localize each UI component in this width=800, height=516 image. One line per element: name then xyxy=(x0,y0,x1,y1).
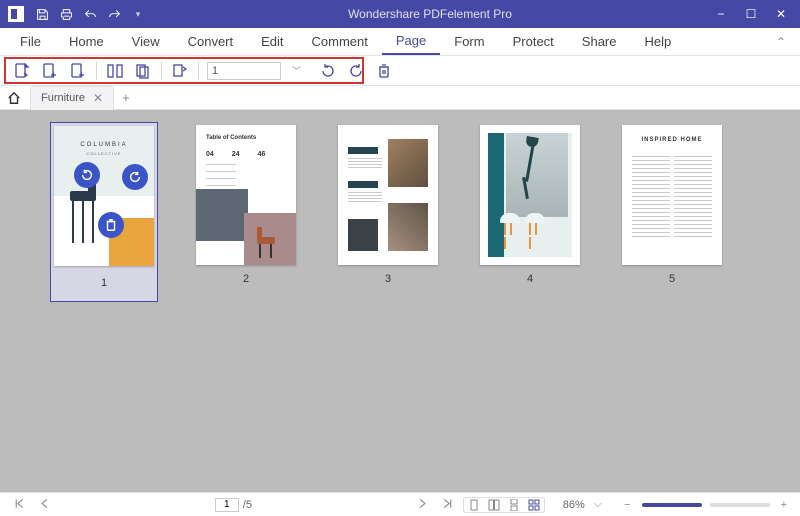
menu-form[interactable]: Form xyxy=(440,29,498,54)
minimize-button[interactable]: − xyxy=(714,7,728,21)
page-thumbnails-area: COLUMBIA COLLECTIVE 1 Table of Contents … xyxy=(0,110,800,492)
zoom-in-icon[interactable]: + xyxy=(778,499,790,511)
titlebar: ▾ Wondershare PDFelement Pro − ☐ ✕ xyxy=(0,0,800,28)
thumbnail-rotate-ccw-icon[interactable] xyxy=(74,162,100,188)
save-icon[interactable] xyxy=(34,6,50,22)
page-thumbnail-3[interactable] xyxy=(338,125,438,265)
qat-customize-chevron-down-icon[interactable]: ▾ xyxy=(130,6,146,22)
app-logo-icon xyxy=(8,6,24,22)
window-controls: − ☐ ✕ xyxy=(714,7,788,21)
page-number-field[interactable] xyxy=(215,498,239,512)
menu-convert[interactable]: Convert xyxy=(174,29,248,54)
undo-icon[interactable] xyxy=(82,6,98,22)
thumbnail-trash-icon[interactable] xyxy=(98,212,124,238)
menu-home[interactable]: Home xyxy=(55,29,118,54)
page5-title: INSPIRED HOME xyxy=(622,137,722,143)
total-pages: /5 xyxy=(243,499,252,511)
document-tab-label: Furniture xyxy=(41,92,85,104)
rotate-ccw-icon[interactable] xyxy=(318,61,338,81)
page-thumbnail-slot: 4 xyxy=(476,122,584,480)
extract-page-icon[interactable] xyxy=(133,61,153,81)
menubar: File Home View Convert Edit Comment Page… xyxy=(0,28,800,56)
page1-subtitle: COLLECTIVE xyxy=(54,151,154,156)
page2-title: Table of Contents xyxy=(206,135,256,141)
last-page-icon[interactable] xyxy=(438,497,457,513)
insert-page-icon[interactable] xyxy=(12,61,32,81)
split-page-icon[interactable] xyxy=(105,61,125,81)
zoom-label: 86% xyxy=(563,499,585,511)
window-title: Wondershare PDFelement Pro xyxy=(146,7,714,21)
page-thumbnail-slot: 3 xyxy=(334,122,442,480)
thumbnail-rotate-cw-icon[interactable] xyxy=(122,164,148,190)
collapse-ribbon-chevron-up-icon[interactable]: ⌃ xyxy=(776,35,786,49)
page-thumbnail-4[interactable] xyxy=(480,125,580,265)
menu-comment[interactable]: Comment xyxy=(298,29,382,54)
continuous-view-icon[interactable] xyxy=(506,498,522,512)
page-number-label: 3 xyxy=(385,273,391,285)
rotate-cw-icon[interactable] xyxy=(346,61,366,81)
page-thumbnail-slot: INSPIRED HOME 5 xyxy=(618,122,726,480)
zoom-dropdown-chevron-icon[interactable]: ⌵ xyxy=(591,498,605,511)
thumbnail-view-icon[interactable] xyxy=(526,498,542,512)
menu-share[interactable]: Share xyxy=(568,29,631,54)
insert-from-file-icon[interactable] xyxy=(68,61,88,81)
page-number-label: 5 xyxy=(669,273,675,285)
page-thumbnail-slot: Table of Contents 04 24 46 2 xyxy=(192,122,300,480)
delete-page-icon[interactable] xyxy=(374,61,394,81)
replace-page-icon[interactable] xyxy=(170,61,190,81)
redo-icon[interactable] xyxy=(106,6,122,22)
page-thumbnail-slot: COLUMBIA COLLECTIVE 1 xyxy=(50,122,158,302)
page-indicator: /5 xyxy=(60,498,407,512)
page-thumbnail-5[interactable]: INSPIRED HOME xyxy=(622,125,722,265)
menu-page[interactable]: Page xyxy=(382,28,440,55)
prev-page-icon[interactable] xyxy=(35,497,54,513)
page1-title: COLUMBIA xyxy=(54,142,154,148)
add-tab-button[interactable]: + xyxy=(122,90,130,105)
zoom-slider[interactable]: − + xyxy=(621,499,790,511)
two-page-view-icon[interactable] xyxy=(486,498,502,512)
page-input-chevron-down-icon[interactable]: ﹀ xyxy=(289,64,304,77)
page-number-label: 1 xyxy=(101,277,107,289)
statusbar: /5 86% ⌵ − + xyxy=(0,492,800,516)
menu-protect[interactable]: Protect xyxy=(499,29,568,54)
next-page-icon[interactable] xyxy=(413,497,432,513)
home-tab-icon[interactable] xyxy=(6,90,22,106)
view-mode-buttons xyxy=(463,497,545,513)
menu-edit[interactable]: Edit xyxy=(247,29,297,54)
single-page-view-icon[interactable] xyxy=(466,498,482,512)
page-thumbnail-2[interactable]: Table of Contents 04 24 46 xyxy=(196,125,296,265)
first-page-icon[interactable] xyxy=(10,497,29,513)
menu-help[interactable]: Help xyxy=(631,29,686,54)
insert-blank-page-icon[interactable] xyxy=(40,61,60,81)
page-thumbnail-1[interactable]: COLUMBIA COLLECTIVE xyxy=(54,126,154,266)
zoom-out-icon[interactable]: − xyxy=(621,499,633,511)
document-tab-furniture[interactable]: Furniture ✕ xyxy=(30,86,114,110)
page-number-label: 4 xyxy=(527,273,533,285)
close-button[interactable]: ✕ xyxy=(774,7,788,21)
menu-view[interactable]: View xyxy=(118,29,174,54)
page-toolbar: ﹀ xyxy=(0,56,800,86)
quick-access-toolbar: ▾ xyxy=(34,6,146,22)
close-tab-icon[interactable]: ✕ xyxy=(93,91,103,105)
maximize-button[interactable]: ☐ xyxy=(744,7,758,21)
menu-file[interactable]: File xyxy=(6,29,55,54)
document-tabs: Furniture ✕ + xyxy=(0,86,800,110)
page-number-input[interactable] xyxy=(207,62,281,80)
print-icon[interactable] xyxy=(58,6,74,22)
page-number-label: 2 xyxy=(243,273,249,285)
